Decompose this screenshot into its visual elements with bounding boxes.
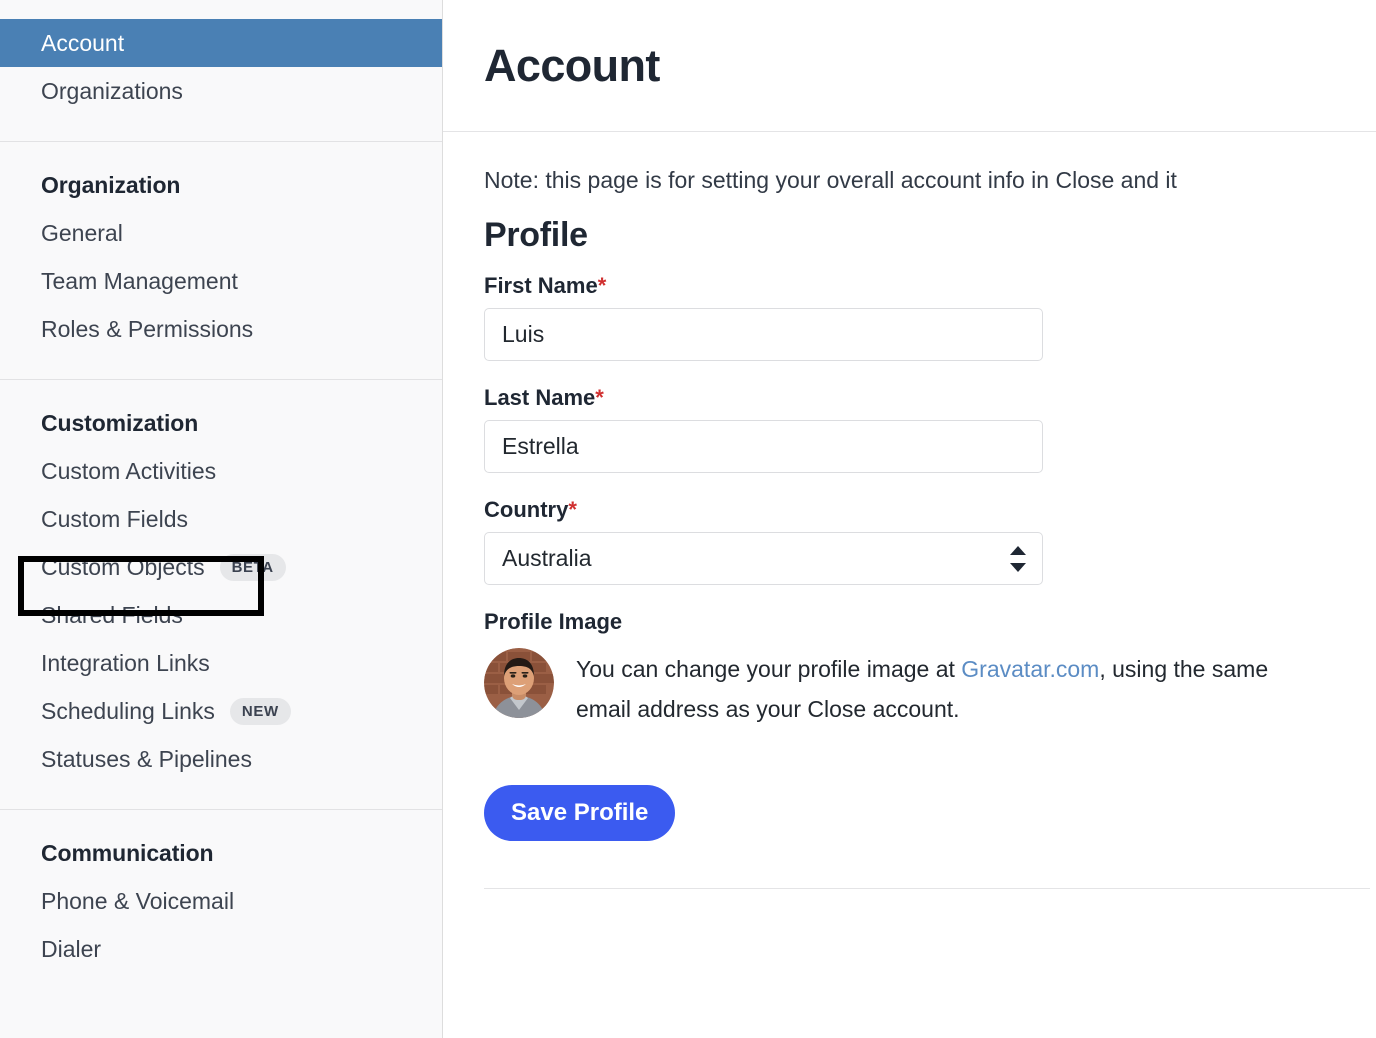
sidebar-item-label: Statuses & Pipelines [41, 748, 252, 771]
sidebar-item-general[interactable]: General [0, 209, 442, 257]
first-name-label-text: First Name [484, 273, 598, 298]
required-asterisk: * [568, 497, 577, 522]
first-name-label: First Name* [484, 273, 1376, 299]
sidebar-item-label: Dialer [41, 938, 101, 961]
sidebar-item-label: Account [41, 32, 124, 55]
nav-group-customization: Customization Custom Activities Custom F… [0, 379, 442, 809]
page-title: Account [484, 40, 660, 92]
sidebar-item-label: General [41, 222, 123, 245]
sidebar-item-label: Phone & Voicemail [41, 890, 234, 913]
sidebar-item-dialer[interactable]: Dialer [0, 925, 442, 973]
sidebar-item-label: Integration Links [41, 652, 210, 675]
sidebar-item-shared-fields[interactable]: Shared Fields [0, 591, 442, 639]
sidebar-item-account[interactable]: Account [0, 19, 442, 67]
beta-badge: BETA [220, 554, 286, 581]
first-name-field-group: First Name* [484, 273, 1376, 361]
nav-group-organization: Organization General Team Management Rol… [0, 141, 442, 379]
section-divider [484, 888, 1370, 889]
profile-image-group: Profile Image [484, 609, 1376, 729]
sidebar-item-statuses-pipelines[interactable]: Statuses & Pipelines [0, 735, 442, 783]
nav-group-account: Account Organizations [0, 19, 442, 141]
new-badge: NEW [230, 698, 291, 725]
page-header: Account [443, 0, 1376, 132]
avatar [484, 648, 554, 718]
sidebar-item-organizations[interactable]: Organizations [0, 67, 442, 115]
sidebar-item-integration-links[interactable]: Integration Links [0, 639, 442, 687]
account-form: Note: this page is for setting your over… [443, 132, 1376, 889]
country-label: Country* [484, 497, 1376, 523]
nav-group-title-organization: Organization [0, 172, 442, 209]
sidebar-item-label: Scheduling Links [41, 700, 215, 723]
sidebar-item-custom-fields[interactable]: Custom Fields [0, 495, 442, 543]
settings-sidebar: Account Organizations Organization Gener… [0, 0, 443, 1038]
profile-section-title: Profile [484, 216, 1376, 255]
sidebar-item-phone-voicemail[interactable]: Phone & Voicemail [0, 877, 442, 925]
sidebar-item-label: Organizations [41, 80, 183, 103]
main-content: Account Note: this page is for setting y… [443, 0, 1376, 1038]
last-name-input[interactable] [484, 420, 1043, 473]
nav-group-title-communication: Communication [0, 840, 442, 877]
last-name-label-text: Last Name [484, 385, 595, 410]
sidebar-item-label: Team Management [41, 270, 238, 293]
sidebar-item-label: Custom Fields [41, 508, 188, 531]
country-select-value: Australia [502, 545, 591, 572]
page-note: Note: this page is for setting your over… [484, 167, 1376, 194]
sidebar-item-label: Shared Fields [41, 604, 183, 627]
first-name-input[interactable] [484, 308, 1043, 361]
sidebar-item-label: Custom Objects [41, 556, 205, 579]
required-asterisk: * [595, 385, 604, 410]
sidebar-item-roles-permissions[interactable]: Roles & Permissions [0, 305, 442, 353]
sidebar-item-scheduling-links[interactable]: Scheduling Links NEW [0, 687, 442, 735]
last-name-field-group: Last Name* [484, 385, 1376, 473]
sidebar-item-custom-objects[interactable]: Custom Objects BETA [0, 543, 442, 591]
country-label-text: Country [484, 497, 568, 522]
required-asterisk: * [598, 273, 607, 298]
sidebar-item-custom-activities[interactable]: Custom Activities [0, 447, 442, 495]
avatar-row: You can change your profile image at Gra… [484, 648, 1376, 729]
sidebar-item-label: Roles & Permissions [41, 318, 253, 341]
nav-group-title-customization: Customization [0, 410, 442, 447]
country-select[interactable]: Australia [484, 532, 1043, 585]
help-prefix: You can change your profile image at [576, 656, 961, 682]
country-field-group: Country* Australia [484, 497, 1376, 585]
country-select-wrapper: Australia [484, 532, 1043, 585]
nav-group-communication: Communication Phone & Voicemail Dialer [0, 809, 442, 973]
profile-image-label: Profile Image [484, 609, 1376, 635]
settings-page: Account Organizations Organization Gener… [0, 0, 1376, 1038]
last-name-label: Last Name* [484, 385, 1376, 411]
gravatar-link[interactable]: Gravatar.com [961, 656, 1099, 682]
save-profile-button[interactable]: Save Profile [484, 785, 675, 841]
profile-image-help-text: You can change your profile image at Gra… [576, 648, 1276, 729]
sidebar-item-label: Custom Activities [41, 460, 216, 483]
sidebar-item-team-management[interactable]: Team Management [0, 257, 442, 305]
